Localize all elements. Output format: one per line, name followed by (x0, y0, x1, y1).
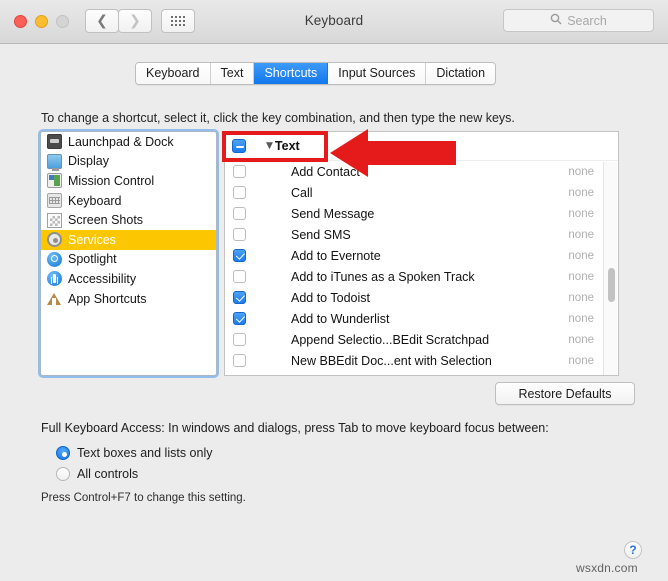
vertical-scrollbar[interactable] (603, 162, 617, 375)
shortcut-key[interactable]: none (568, 229, 594, 241)
sidebar-item-label: Services (68, 232, 116, 247)
table-row[interactable]: Send SMS none (225, 224, 618, 245)
table-row[interactable]: Add Contact none (225, 161, 618, 182)
table-row[interactable]: Call none (225, 182, 618, 203)
search-icon (550, 12, 562, 30)
shortcut-key[interactable]: none (568, 313, 594, 325)
row-checkbox[interactable] (233, 228, 246, 241)
sidebar-item-label: Accessibility (68, 271, 137, 286)
row-checkbox[interactable] (233, 312, 246, 325)
sidebar-item-display[interactable]: Display (41, 152, 216, 172)
shortcut-items-list[interactable]: ▼ Text Add Contact none Call none Send M… (224, 131, 619, 376)
radio-label: All controls (77, 467, 139, 481)
sidebar-item-mission-control[interactable]: Mission Control (41, 171, 216, 191)
sidebar-item-label: Launchpad & Dock (68, 134, 174, 149)
table-row[interactable]: Append Selectio...BEdit Scratchpad none (225, 329, 618, 350)
shortcut-name: Send Message (291, 206, 375, 221)
row-checkbox[interactable] (233, 207, 246, 220)
tab-text[interactable]: Text (210, 63, 255, 84)
launchpad-dock-icon (47, 134, 62, 150)
row-checkbox[interactable] (233, 354, 246, 367)
table-row[interactable]: Add to iTunes as a Spoken Track none (225, 266, 618, 287)
sidebar-item-label: App Shortcuts (68, 291, 147, 306)
spotlight-icon (47, 251, 62, 267)
sidebar-item-app-shortcuts[interactable]: App Shortcuts (41, 289, 216, 309)
shortcut-name: Call (291, 185, 313, 200)
shortcut-key[interactable]: none (568, 355, 594, 367)
group-label: Text (274, 139, 300, 153)
sidebar-item-label: Keyboard (68, 193, 122, 208)
radio-all-controls[interactable]: All controls (56, 467, 138, 481)
screenshot-icon (47, 212, 62, 228)
table-row[interactable]: Add to Wunderlist none (225, 308, 618, 329)
shortcut-key[interactable]: none (568, 271, 594, 283)
shortcut-key[interactable]: none (568, 166, 594, 178)
tab-keyboard[interactable]: Keyboard (136, 63, 211, 84)
radio-text-boxes-and-lists-only[interactable]: Text boxes and lists only (56, 446, 213, 460)
radio-button[interactable] (56, 467, 70, 481)
scrollbar-thumb[interactable] (607, 268, 615, 302)
sidebar-item-label: Display (68, 154, 109, 169)
shortcut-key[interactable]: none (568, 187, 594, 199)
sidebar-item-services[interactable]: Services (41, 229, 216, 250)
row-checkbox[interactable] (233, 249, 246, 262)
help-button[interactable]: ? (624, 541, 642, 559)
group-checkbox-mixed[interactable] (232, 139, 246, 153)
row-checkbox[interactable] (233, 333, 246, 346)
full-keyboard-access-label: Full Keyboard Access: In windows and dia… (41, 421, 549, 435)
row-checkbox[interactable] (233, 165, 246, 178)
shortcut-name: Add Contact (291, 164, 360, 179)
shortcut-key[interactable]: none (568, 334, 594, 346)
table-row[interactable]: Add to Evernote none (225, 245, 618, 266)
table-row[interactable]: New BBEdit Doc...ent with Selection none (225, 350, 618, 371)
shortcut-category-list[interactable]: Launchpad & Dock Display Mission Control… (40, 131, 217, 376)
radio-label: Text boxes and lists only (77, 446, 213, 460)
mission-control-icon (47, 173, 62, 189)
shortcut-key[interactable]: none (568, 250, 594, 262)
table-row[interactable]: Send Message none (225, 203, 618, 224)
preference-tabs: Keyboard Text Shortcuts Input Sources Di… (135, 62, 497, 85)
app-shortcuts-icon (47, 291, 62, 306)
sidebar-item-launchpad-dock[interactable]: Launchpad & Dock (41, 132, 216, 152)
restore-defaults-button[interactable]: Restore Defaults (495, 382, 635, 405)
chevron-down-icon[interactable]: ▼ (266, 141, 273, 151)
row-checkbox[interactable] (233, 186, 246, 199)
shortcut-group-header-text[interactable]: ▼ Text (225, 132, 618, 161)
shortcut-name: Send SMS (291, 227, 351, 242)
shortcut-name: Add to Evernote (291, 248, 381, 263)
shortcut-name: Append Selectio...BEdit Scratchpad (291, 332, 490, 347)
keyboard-icon (47, 193, 62, 209)
search-placeholder: Search (567, 13, 607, 28)
watermark-text: wsxdn.com (576, 561, 638, 575)
shortcut-name: Add to Todoist (291, 290, 370, 305)
display-icon (47, 153, 62, 171)
sidebar-item-label: Screen Shots (68, 213, 144, 228)
sidebar-item-label: Spotlight (68, 252, 117, 267)
radio-button-selected[interactable] (56, 446, 70, 460)
shortcut-name: Add to iTunes as a Spoken Track (291, 269, 475, 284)
sidebar-item-spotlight[interactable]: Spotlight (41, 250, 216, 270)
sidebar-item-screen-shots[interactable]: Screen Shots (41, 210, 216, 230)
sidebar-item-keyboard[interactable]: Keyboard (41, 191, 216, 211)
search-input[interactable]: Search (503, 9, 654, 32)
shortcut-key[interactable]: none (568, 208, 594, 220)
sidebar-item-accessibility[interactable]: Accessibility (41, 269, 216, 289)
tab-dictation[interactable]: Dictation (426, 63, 496, 84)
sidebar-item-label: Mission Control (68, 173, 155, 188)
shortcut-name: New BBEdit Doc...ent with Selection (291, 353, 492, 368)
services-gear-icon (47, 232, 62, 248)
full-keyboard-access-note: Press Control+F7 to change this setting. (41, 492, 246, 504)
tab-input-sources[interactable]: Input Sources (328, 63, 427, 84)
row-checkbox[interactable] (233, 291, 246, 304)
shortcut-name: Add to Wunderlist (291, 311, 390, 326)
shortcut-key[interactable]: none (568, 292, 594, 304)
instruction-text: To change a shortcut, select it, click t… (41, 111, 515, 125)
row-checkbox[interactable] (233, 270, 246, 283)
table-row[interactable]: Add to Todoist none (225, 287, 618, 308)
keyboard-preferences-window: ❮ ❯ Keyboard Search Keyboard Text Shortc… (0, 0, 668, 581)
accessibility-icon (47, 271, 62, 287)
window-titlebar: ❮ ❯ Keyboard Search (0, 0, 668, 44)
tab-shortcuts[interactable]: Shortcuts (254, 63, 329, 84)
